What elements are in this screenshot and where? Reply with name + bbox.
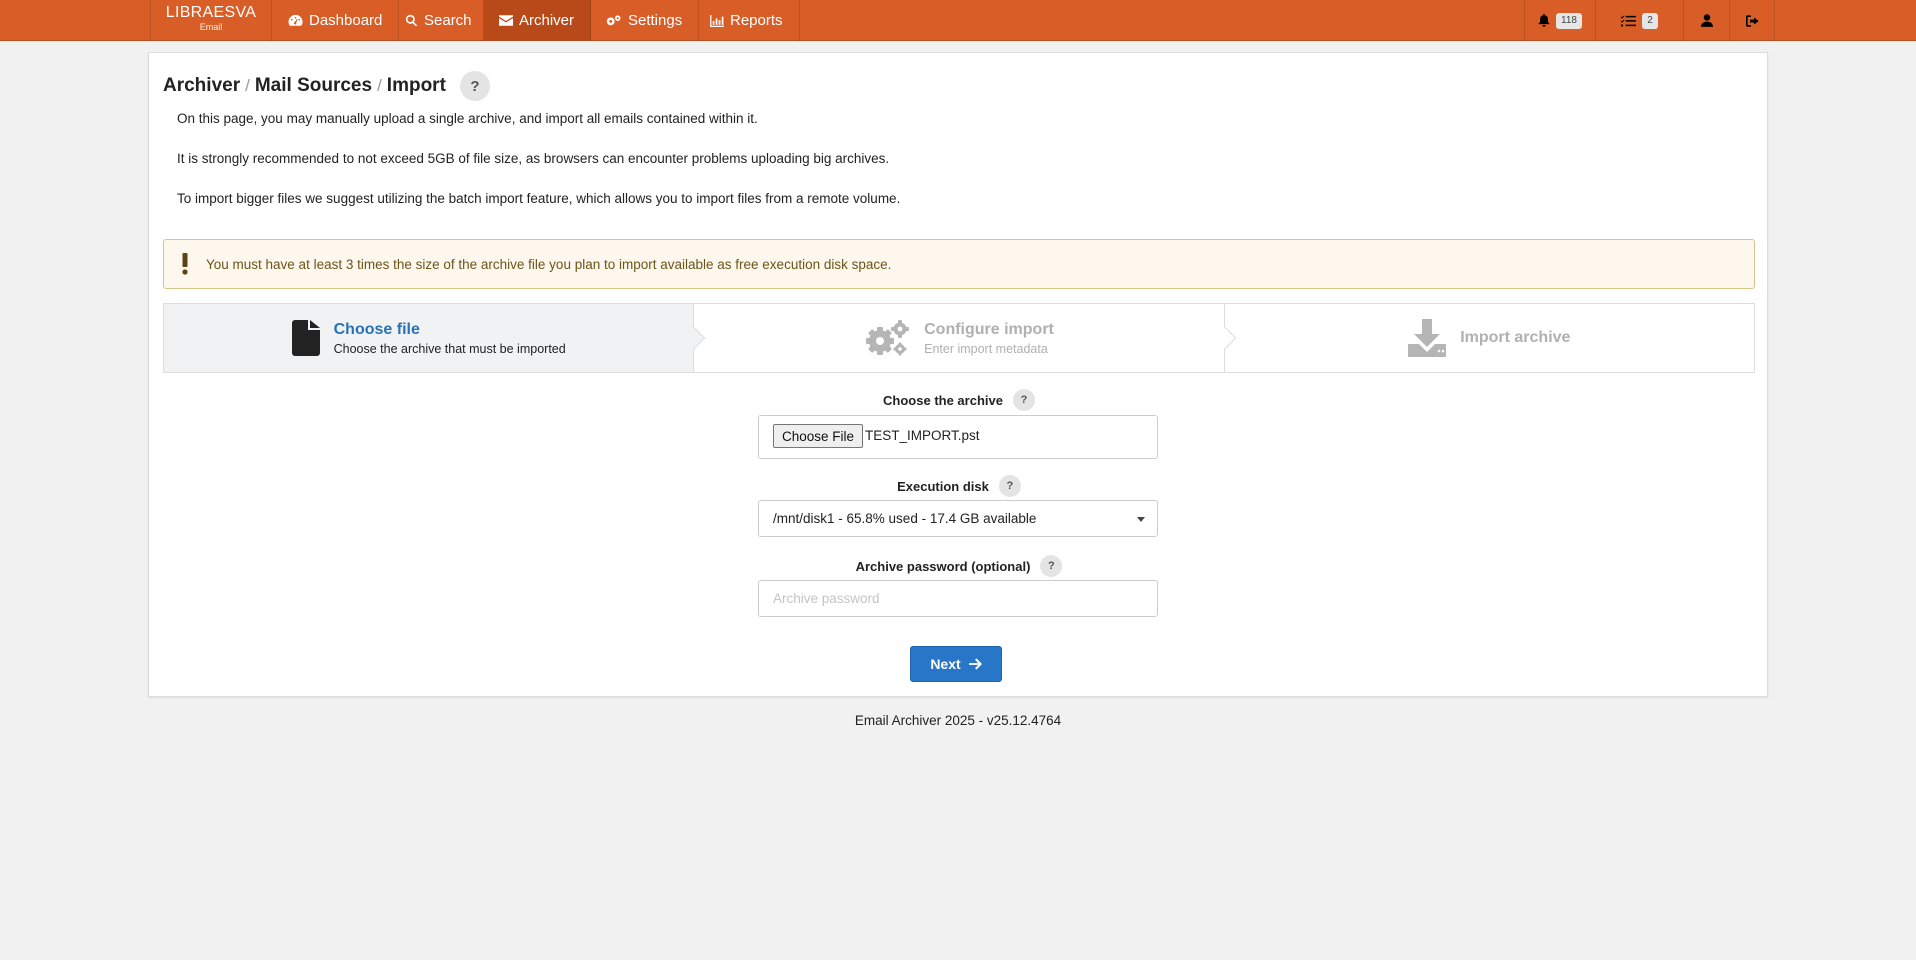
chart-icon: [710, 14, 724, 27]
breadcrumb: Archiver / Mail Sources / Import ?: [163, 71, 490, 101]
nav-search[interactable]: Search: [389, 0, 489, 41]
intro-text: On this page, you may manually upload a …: [177, 111, 758, 126]
user-button[interactable]: [1683, 0, 1729, 41]
dashboard-icon: [288, 14, 303, 26]
nav-reports[interactable]: Reports: [694, 0, 800, 41]
sign-out-icon: [1745, 14, 1759, 27]
next-button[interactable]: Next: [910, 646, 1002, 682]
password-label-text: Archive password (optional): [855, 558, 1031, 574]
cogs-icon: [866, 320, 910, 356]
nav-search-label: Search: [424, 12, 472, 29]
step-title: Configure import: [924, 320, 1054, 338]
notifications-button[interactable]: 118: [1524, 0, 1595, 41]
brand-sub: Email: [199, 22, 223, 32]
password-help-button[interactable]: ?: [1040, 555, 1063, 577]
step-title: Import archive: [1460, 329, 1571, 346]
nav-archiver[interactable]: Archiver: [483, 0, 592, 41]
footer-version: Email Archiver 2025 - v25.12.4764: [854, 713, 1062, 728]
execution-disk-value: /mnt/disk1 - 65.8% used - 17.4 GB availa…: [773, 511, 1037, 526]
archive-label: Choose the archive ?: [759, 389, 1159, 411]
notifications-badge: 118: [1556, 12, 1582, 29]
breadcrumb-import: Import: [386, 75, 446, 96]
disk-label-text: Execution disk: [897, 478, 989, 494]
breadcrumb-separator: /: [377, 76, 382, 95]
envelope-icon: [499, 15, 513, 26]
file-icon: [291, 320, 320, 356]
choose-file-button[interactable]: Choose File: [773, 424, 864, 448]
exclamation-icon: [164, 253, 206, 275]
nav-settings[interactable]: Settings: [589, 0, 700, 41]
nav-settings-label: Settings: [628, 12, 683, 29]
intro-text: It is strongly recommended to not exceed…: [177, 151, 890, 166]
tasks-list-icon: [1621, 14, 1637, 27]
step-import-archive[interactable]: Import archive: [1225, 304, 1754, 372]
step-title: Choose file: [333, 320, 420, 338]
user-icon: [1700, 14, 1713, 27]
tasks-badge: 2: [1642, 12, 1658, 29]
breadcrumb-separator: /: [245, 76, 250, 95]
import-wizard: Choose file Choose the archive that must…: [163, 303, 1755, 373]
arrow-right-icon: [968, 658, 982, 670]
nav-archiver-label: Archiver: [519, 12, 575, 29]
disk-help-button[interactable]: ?: [998, 475, 1021, 497]
import-panel: Archiver / Mail Sources / Import ? On th…: [148, 52, 1768, 697]
nav-reports-label: Reports: [730, 12, 783, 29]
search-icon: [405, 14, 418, 27]
top-navbar: LIBRAESVA Email Dashboard Search Archive…: [0, 0, 1916, 41]
selected-file-name: TEST_IMPORT.pst: [865, 428, 980, 443]
step-subtitle: Enter import metadata: [924, 341, 1048, 356]
chevron-down-icon: [1137, 517, 1145, 522]
brand-logo[interactable]: LIBRAESVA Email: [150, 0, 272, 41]
nav-dashboard[interactable]: Dashboard: [272, 0, 400, 41]
archive-label-text: Choose the archive: [883, 392, 1003, 408]
archive-help-button[interactable]: ?: [1012, 389, 1035, 411]
disk-space-warning: You must have at least 3 times the size …: [163, 239, 1755, 289]
file-upload-field[interactable]: Choose File TEST_IMPORT.pst: [758, 415, 1158, 459]
warning-text: You must have at least 3 times the size …: [206, 256, 892, 272]
intro-text: To import bigger files we suggest utiliz…: [177, 191, 901, 206]
disk-label: Execution disk ?: [759, 475, 1159, 497]
step-subtitle: Choose the archive that must be imported: [333, 341, 566, 356]
archive-password-input[interactable]: [759, 581, 1157, 616]
bell-icon: [1538, 14, 1550, 27]
next-button-label: Next: [930, 656, 961, 672]
execution-disk-select[interactable]: /mnt/disk1 - 65.8% used - 17.4 GB availa…: [758, 500, 1158, 537]
password-field-wrapper: [758, 580, 1158, 617]
breadcrumb-mail-sources[interactable]: Mail Sources: [255, 75, 372, 97]
page-help-button[interactable]: ?: [459, 71, 490, 101]
breadcrumb-archiver[interactable]: Archiver: [163, 75, 240, 97]
tasks-button[interactable]: 2: [1595, 0, 1683, 41]
step-choose-file[interactable]: Choose file Choose the archive that must…: [164, 304, 706, 372]
password-label: Archive password (optional) ?: [759, 555, 1159, 577]
cogs-icon: [606, 15, 621, 26]
step-configure-import[interactable]: Configure import Enter import metadata: [694, 304, 1236, 372]
download-icon: [1408, 319, 1447, 357]
brand-name: LIBRAESVA: [165, 4, 257, 21]
logout-button[interactable]: [1729, 0, 1775, 41]
nav-dashboard-label: Dashboard: [309, 12, 383, 29]
